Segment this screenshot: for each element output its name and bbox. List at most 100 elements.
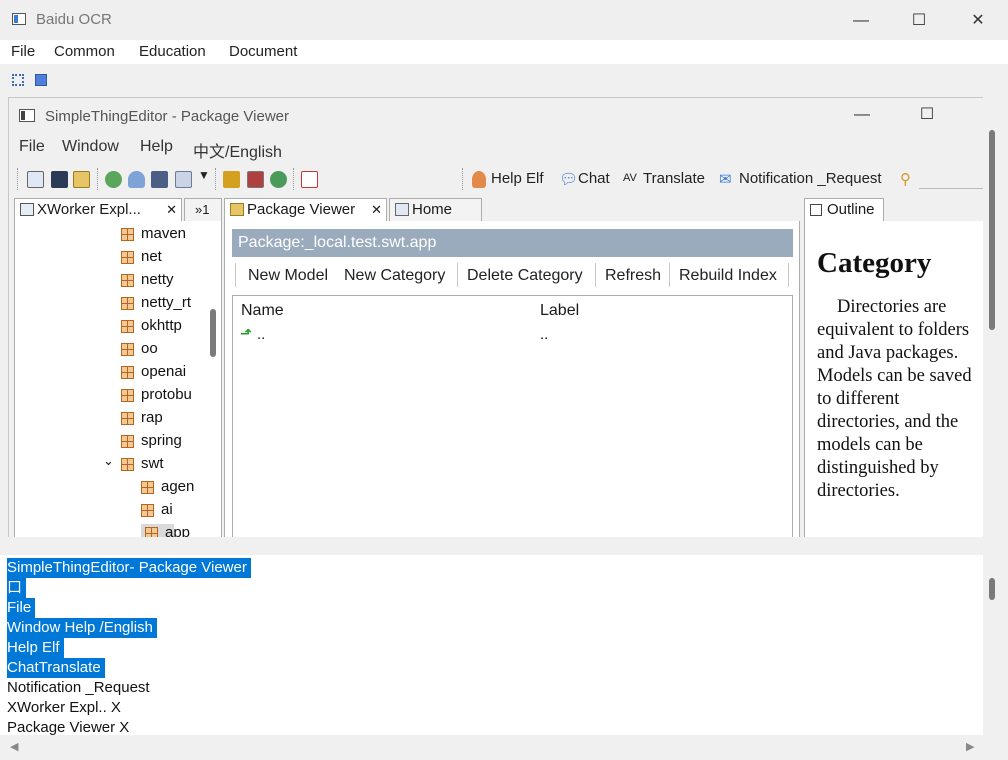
save-icon[interactable]: [51, 171, 68, 188]
toolbar-separator: [17, 168, 18, 190]
open-folder-icon[interactable]: [73, 171, 90, 188]
package-icon: [121, 251, 134, 264]
inner-minimize-button[interactable]: —: [839, 102, 885, 128]
help-elf-button[interactable]: Help Elf: [491, 170, 544, 187]
pdf-icon[interactable]: [301, 171, 318, 188]
close-icon[interactable]: ✕: [371, 199, 382, 221]
tree-item[interactable]: protobu: [121, 386, 192, 408]
tab-label: Package Viewer: [247, 201, 356, 218]
tree-item[interactable]: rap: [121, 409, 163, 431]
toolbar-separator: [293, 168, 294, 190]
tree-item[interactable]: netty: [121, 271, 174, 293]
inner-menu-window[interactable]: Window: [62, 138, 119, 156]
tree-item[interactable]: ai: [141, 501, 173, 523]
tools-icon[interactable]: [223, 171, 240, 188]
tree-item-label: okhttp: [141, 317, 182, 334]
tab-xworker-explorer[interactable]: XWorker Expl... ✕: [14, 198, 182, 222]
lock-icon[interactable]: [247, 171, 264, 188]
inner-window: SimpleThingEditor - Package Viewer — ☐ F…: [8, 97, 983, 537]
search-input[interactable]: [919, 188, 983, 189]
ocr-text-line[interactable]: XWorker Expl.. X: [7, 698, 121, 718]
expand-chevron-icon[interactable]: ⌄: [103, 453, 114, 469]
ocr-hscroll: ◀ ▶: [0, 736, 1008, 760]
maximize-button[interactable]: ☐: [896, 8, 942, 34]
globe-icon[interactable]: [270, 171, 287, 188]
notification-request-button[interactable]: Notification _Request: [739, 170, 882, 187]
outline-heading: Category: [817, 247, 932, 279]
tree-item[interactable]: swt: [121, 455, 164, 477]
package-icon: [230, 203, 244, 216]
ocr-text-line[interactable]: Notification _Request: [7, 678, 150, 698]
inner-menu-file[interactable]: File: [19, 138, 45, 156]
ocr-text-line[interactable]: 口: [7, 578, 27, 598]
outer-window-title: Baidu OCR: [36, 11, 112, 28]
tree-item-label: netty: [141, 271, 174, 288]
close-icon[interactable]: ✕: [166, 199, 177, 221]
delete-category-button[interactable]: Delete Category: [467, 267, 583, 285]
region-tool-icon[interactable]: [35, 74, 47, 86]
ocr-vscroll-thumb[interactable]: [989, 578, 995, 600]
ocr-text-line[interactable]: ChatTranslate: [7, 658, 105, 678]
tab-label: Outline: [827, 201, 875, 218]
column-header-name[interactable]: Name: [241, 302, 284, 320]
home-icon[interactable]: [27, 171, 44, 188]
translate-button[interactable]: Translate: [643, 170, 705, 187]
tree-item[interactable]: maven: [121, 225, 186, 247]
refresh-icon[interactable]: [105, 171, 122, 188]
ocr-text-line[interactable]: Package Viewer X: [7, 718, 129, 735]
tree-item[interactable]: openai: [121, 363, 186, 385]
new-model-button[interactable]: New Model: [248, 267, 328, 285]
ocr-text-line[interactable]: File: [7, 598, 36, 618]
ocr-result-area[interactable]: SimpleThingEditor- Package Viewer 口 File Wi…: [0, 555, 983, 735]
outer-menu-document[interactable]: Document: [229, 43, 297, 60]
tab-overflow[interactable]: »1: [184, 198, 222, 222]
image-vscroll-thumb[interactable]: [989, 130, 995, 330]
table-row[interactable]: ⬏ .. ..: [233, 324, 792, 346]
package-icon: [121, 435, 134, 448]
outer-menu-file[interactable]: File: [11, 43, 35, 60]
scroll-right-icon[interactable]: ▶: [966, 740, 974, 753]
close-button[interactable]: ✕: [955, 8, 1001, 34]
tab-home[interactable]: Home: [389, 198, 482, 222]
tab-outline[interactable]: Outline: [804, 198, 884, 222]
monitor-icon[interactable]: [151, 171, 168, 188]
ocr-text-line[interactable]: Help Elf: [7, 638, 64, 658]
scroll-left-icon[interactable]: ◀: [10, 740, 18, 753]
tree-item-label: rap: [141, 409, 163, 426]
ocr-text-line[interactable]: SimpleThingEditor- Package Viewer: [7, 558, 251, 578]
screenshot-tool-icon[interactable]: [12, 74, 24, 86]
tree-item[interactable]: app: [141, 524, 190, 537]
inner-menu-help[interactable]: Help: [140, 138, 173, 156]
tree-item-label: openai: [141, 363, 187, 380]
tree-item[interactable]: okhttp: [121, 317, 182, 339]
rebuild-index-button[interactable]: Rebuild Index: [679, 267, 777, 285]
column-header-label[interactable]: Label: [540, 302, 579, 320]
outline-tabbar: Outline: [804, 198, 983, 222]
minimize-button[interactable]: —: [838, 8, 884, 34]
outer-menu-education[interactable]: Education: [139, 43, 206, 60]
tree-item[interactable]: spring: [121, 432, 182, 454]
tab-package-viewer[interactable]: Package Viewer ✕: [224, 198, 387, 222]
refresh-button[interactable]: Refresh: [605, 267, 661, 285]
tree-item[interactable]: agen: [141, 478, 194, 500]
outline-panel: Category Directories are equivalent to f…: [804, 221, 983, 537]
inner-menu-language[interactable]: 中文/English: [193, 138, 282, 162]
package-icon: [121, 343, 134, 356]
copy-icon[interactable]: [175, 171, 192, 188]
explorer-scrollbar[interactable]: [210, 309, 216, 357]
tree-item-label: app: [165, 524, 191, 537]
tree-item[interactable]: oo: [121, 340, 158, 362]
tree-item-label: ai: [161, 501, 173, 518]
new-category-button[interactable]: New Category: [344, 267, 445, 285]
tree-item[interactable]: net: [121, 248, 162, 270]
tree-item-label: spring: [141, 432, 182, 449]
dropdown-icon[interactable]: ▼: [198, 168, 210, 182]
user-icon[interactable]: [128, 171, 145, 188]
chat-button[interactable]: Chat: [578, 170, 610, 187]
ocr-text-line[interactable]: Window Help /English: [7, 618, 157, 638]
tree-item[interactable]: netty_rt: [121, 294, 191, 316]
search-icon[interactable]: ⚲: [900, 170, 911, 188]
outer-menu-common[interactable]: Common: [54, 43, 115, 60]
explorer-tree: maven net netty netty_rt okhttp oo openai proto…: [14, 221, 222, 537]
inner-maximize-button[interactable]: ☐: [904, 102, 950, 128]
